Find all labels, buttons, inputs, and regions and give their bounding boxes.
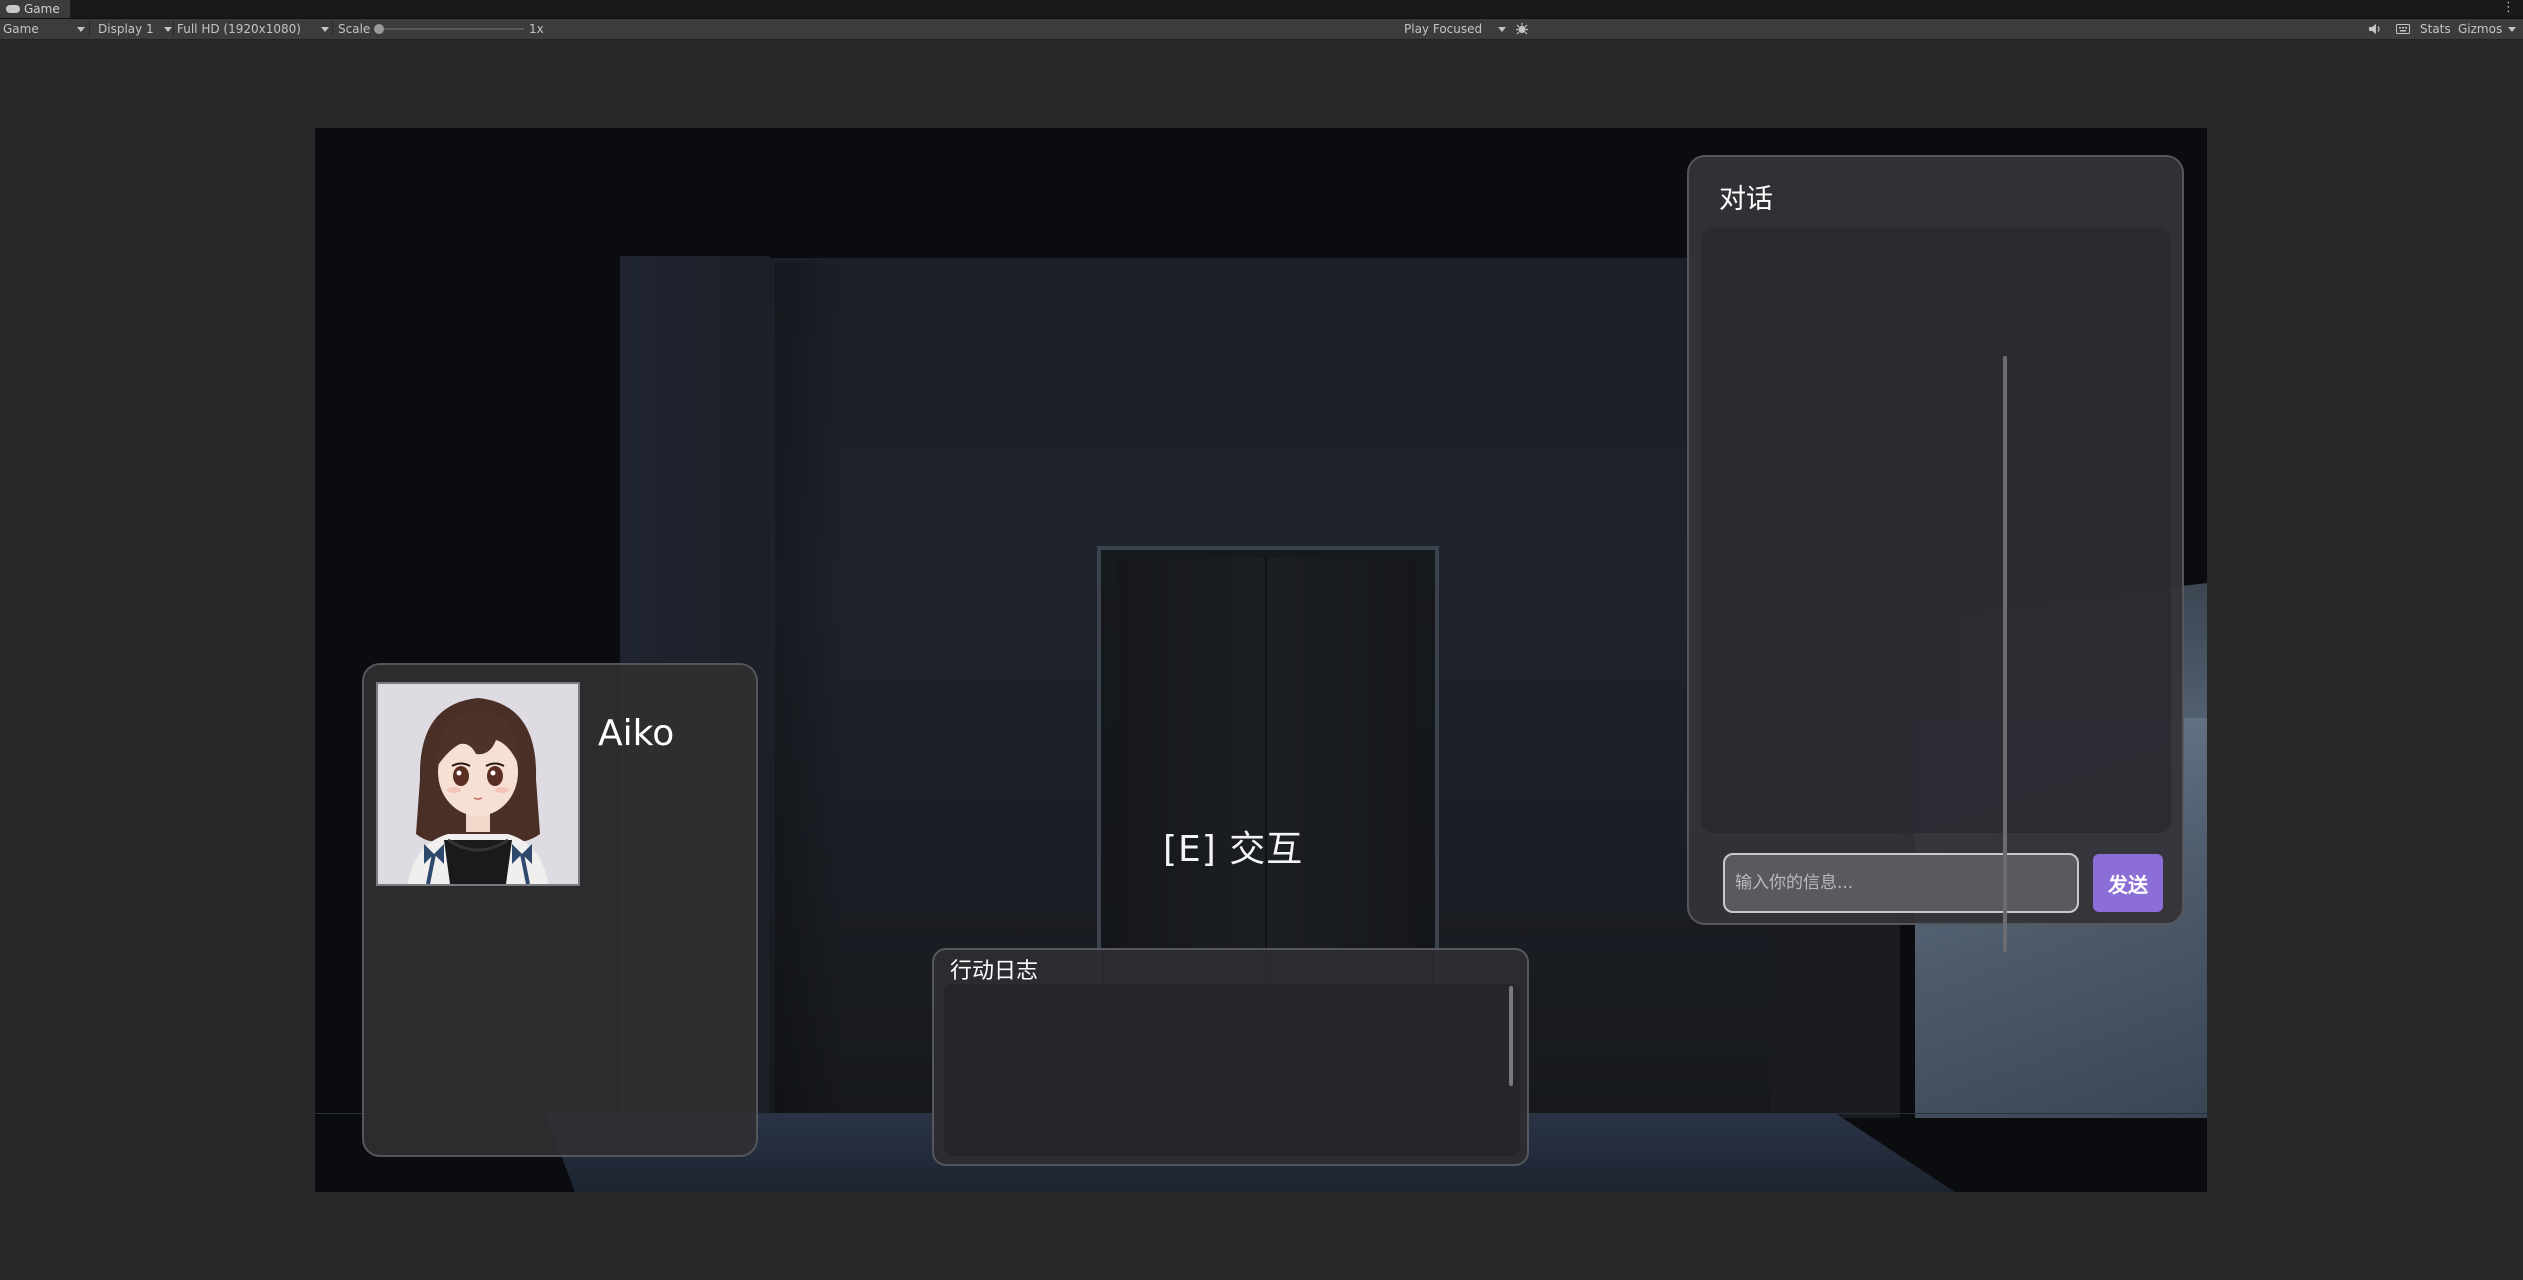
chevron-down-icon [77,27,85,32]
play-mode-label: Play Focused [1404,22,1483,36]
action-log-panel: 行动日志 [932,948,1529,1166]
view-mode-dropdown[interactable]: Game [0,19,89,39]
send-button[interactable]: 发送 [2093,854,2163,912]
display-dropdown[interactable]: Display 1 [94,19,176,39]
action-log-list[interactable] [944,984,1520,1156]
display-label: Display 1 [98,22,154,36]
scale-value: 1x [529,22,544,36]
interact-prompt: [E] 交互 [1163,829,1304,870]
character-name: Aiko [598,713,675,754]
chat-scrollbar[interactable] [2003,356,2007,952]
play-mode-dropdown[interactable]: Play Focused [1400,19,1510,39]
gizmos-label: Gizmos [2458,22,2503,36]
gamepad-icon [6,5,20,13]
resolution-dropdown[interactable]: Full HD (1920x1080) [174,19,333,39]
chevron-down-icon [2508,27,2516,32]
tab-menu-icon[interactable]: ⋮ [2502,1,2515,15]
audio-mute-icon[interactable] [2367,19,2383,39]
chat-input[interactable] [1723,853,2079,913]
scale-label: Scale [338,22,371,36]
chat-title: 对话 [1719,184,1773,215]
chat-message-list[interactable] [1701,227,2171,833]
action-log-scrollbar[interactable] [1509,986,1513,1086]
chevron-down-icon [1498,27,1506,32]
debug-bug-icon[interactable] [1514,19,1530,39]
view-mode-label: Game [3,22,39,36]
toolbar-divider [332,21,333,37]
toolbar-divider [89,21,90,37]
stats-button[interactable]: Stats [2420,19,2451,39]
scale-slider-handle[interactable] [374,24,384,34]
scale-slider-track[interactable] [378,28,524,30]
keyboard-shortcuts-icon[interactable] [2394,19,2412,39]
editor-tab-bar: Game ⋮ [0,0,2523,19]
scene-wall-shadow [775,263,845,1113]
chat-panel: 对话 发送 [1687,155,2184,925]
chevron-down-icon [321,27,329,32]
game-tab-label: Game [24,2,60,16]
action-log-title: 行动日志 [950,959,1039,984]
game-tab[interactable]: Game [0,0,70,18]
chevron-down-icon [164,27,172,32]
game-view-toolbar: Game Display 1 Full HD (1920x1080) Scale… [0,19,2523,40]
character-panel: Aiko [362,663,758,1157]
character-portrait [376,682,580,886]
gizmos-dropdown[interactable]: Gizmos [2458,19,2520,39]
game-viewport[interactable]: [E] 交互 Aiko 对话 输入你的信息... 发送 行动日志 [315,128,2207,1192]
resolution-label: Full HD (1920x1080) [177,22,301,36]
